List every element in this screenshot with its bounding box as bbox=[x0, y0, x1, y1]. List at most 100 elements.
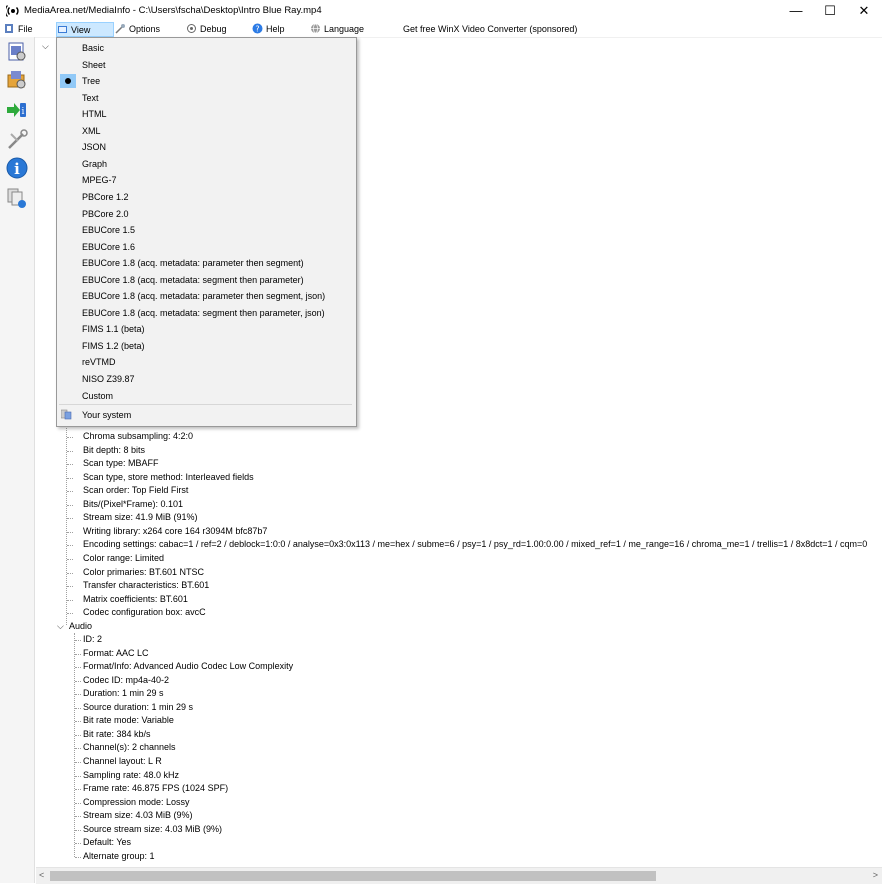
menu-item-label: FIMS 1.2 (beta) bbox=[82, 340, 145, 351]
about-icon[interactable]: i bbox=[6, 157, 28, 179]
menu-bar: File View Options Debug ? Help Language G… bbox=[0, 22, 882, 38]
menu-item-html[interactable]: HTML bbox=[57, 106, 356, 122]
tree-connector bbox=[67, 504, 73, 506]
menu-options-label: Options bbox=[129, 24, 161, 34]
tree-row[interactable]: Chroma subsampling: 4:2:0 bbox=[83, 430, 193, 443]
menu-item-ebucore-1-8-acq-metadata-parameter-then-segment[interactable]: EBUCore 1.8 (acq. metadata: parameter th… bbox=[57, 255, 356, 271]
tree-connector bbox=[67, 599, 73, 601]
language-globe-icon bbox=[311, 23, 320, 34]
menu-item-pbcore-2-0[interactable]: PBCore 2.0 bbox=[57, 206, 356, 222]
tree-row[interactable]: Bit rate: 384 kb/s bbox=[83, 728, 151, 741]
tree-row[interactable]: Source stream size: 4.03 MiB (9%) bbox=[83, 823, 222, 836]
scrollbar-thumb[interactable] bbox=[50, 871, 656, 881]
tree-row[interactable]: Stream size: 41.9 MiB (91%) bbox=[83, 511, 198, 524]
menu-item-json[interactable]: JSON bbox=[57, 139, 356, 155]
menu-item-your-system[interactable]: Your system bbox=[57, 407, 356, 423]
minimize-button[interactable]: — bbox=[779, 0, 813, 22]
tree-row[interactable]: Scan order: Top Field First bbox=[83, 484, 188, 497]
tree-row[interactable]: Alternate group: 1 bbox=[83, 850, 155, 863]
tree-row[interactable]: Stream size: 4.03 MiB (9%) bbox=[83, 809, 193, 822]
tree-row[interactable]: Source duration: 1 min 29 s bbox=[83, 701, 193, 714]
menu-options[interactable]: Options bbox=[115, 22, 160, 37]
menu-item-label: FIMS 1.1 (beta) bbox=[82, 324, 145, 335]
export-icon[interactable]: i bbox=[6, 99, 28, 121]
audio-expand-chevron-icon[interactable]: ⌵ bbox=[57, 621, 64, 632]
tree-row[interactable]: Bit rate mode: Variable bbox=[83, 714, 174, 727]
scroll-right-icon[interactable]: > bbox=[873, 870, 878, 880]
tree-row[interactable]: Scan type: MBAFF bbox=[83, 457, 159, 470]
tree-connector bbox=[75, 707, 81, 709]
tree-row[interactable]: Channel(s): 2 channels bbox=[83, 741, 176, 754]
menu-item-mpeg-7[interactable]: MPEG-7 bbox=[57, 172, 356, 188]
menu-item-label: EBUCore 1.5 bbox=[82, 225, 136, 236]
tree-row[interactable]: Encoding settings: cabac=1 / ref=2 / deb… bbox=[83, 538, 867, 551]
menu-item-pbcore-1-2[interactable]: PBCore 1.2 bbox=[57, 189, 356, 205]
tree-row[interactable]: ID: 2 bbox=[83, 633, 102, 646]
menu-item-graph[interactable]: Graph bbox=[57, 156, 356, 172]
menu-help[interactable]: ? Help bbox=[252, 22, 285, 37]
tree-row[interactable]: Compression mode: Lossy bbox=[83, 796, 190, 809]
close-button[interactable]: ✕ bbox=[847, 0, 881, 22]
tree-row[interactable]: Color range: Limited bbox=[83, 552, 164, 565]
tree-row[interactable]: Transfer characteristics: BT.601 bbox=[83, 579, 209, 592]
menu-item-fims-1-1-beta[interactable]: FIMS 1.1 (beta) bbox=[57, 321, 356, 337]
menu-item-ebucore-1-8-acq-metadata-segment-then-parameter[interactable]: EBUCore 1.8 (acq. metadata: segment then… bbox=[57, 272, 356, 288]
tree-row[interactable]: Codec ID: mp4a-40-2 bbox=[83, 674, 169, 687]
tree-connector bbox=[75, 816, 81, 818]
tree-row[interactable]: Codec configuration box: avcC bbox=[83, 606, 206, 619]
menu-debug[interactable]: Debug bbox=[186, 22, 227, 37]
menu-item-ebucore-1-8-acq-metadata-segment-then-parameter-json[interactable]: EBUCore 1.8 (acq. metadata: segment then… bbox=[57, 305, 356, 321]
tree-row[interactable]: Color primaries: BT.601 NTSC bbox=[83, 566, 204, 579]
open-file-icon[interactable] bbox=[6, 41, 28, 63]
tree-connector bbox=[67, 586, 73, 588]
tree-connector bbox=[75, 680, 81, 682]
menu-sponsored-link[interactable]: Get free WinX Video Converter (sponsored… bbox=[403, 22, 577, 37]
tree-node-audio[interactable]: Audio bbox=[69, 620, 92, 633]
menu-item-custom[interactable]: Custom bbox=[57, 388, 356, 404]
preferences-icon[interactable] bbox=[6, 129, 28, 151]
tree-row[interactable]: Default: Yes bbox=[83, 836, 131, 849]
tree-row[interactable]: Bits/(Pixel*Frame): 0.101 bbox=[83, 498, 183, 511]
menu-item-fims-1-2-beta[interactable]: FIMS 1.2 (beta) bbox=[57, 338, 356, 354]
menu-item-revtmd[interactable]: reVTMD bbox=[57, 354, 356, 370]
tree-row[interactable]: Scan type, store method: Interleaved fie… bbox=[83, 471, 254, 484]
menu-item-ebucore-1-6[interactable]: EBUCore 1.6 bbox=[57, 239, 356, 255]
scroll-left-icon[interactable]: < bbox=[39, 870, 44, 880]
menu-item-label: reVTMD bbox=[82, 357, 116, 368]
tree-connector bbox=[67, 572, 73, 574]
your-system-icon bbox=[61, 409, 72, 420]
menu-item-sheet[interactable]: Sheet bbox=[57, 57, 356, 73]
menu-view[interactable]: View bbox=[56, 22, 114, 37]
tree-row[interactable]: Writing library: x264 core 164 r3094M bf… bbox=[83, 525, 267, 538]
maximize-button[interactable]: ☐ bbox=[813, 0, 847, 22]
menu-item-xml[interactable]: XML bbox=[57, 123, 356, 139]
tree-row[interactable]: Duration: 1 min 29 s bbox=[83, 687, 164, 700]
tree-row[interactable]: Matrix coefficients: BT.601 bbox=[83, 593, 188, 606]
options-menu-icon bbox=[115, 24, 125, 34]
tree-connector bbox=[67, 464, 73, 466]
menu-item-ebucore-1-8-acq-metadata-parameter-then-segment-json[interactable]: EBUCore 1.8 (acq. metadata: parameter th… bbox=[57, 288, 356, 304]
chevron-down-icon[interactable]: ⌵ bbox=[42, 41, 49, 52]
tree-row[interactable]: Channel layout: L R bbox=[83, 755, 162, 768]
menu-item-niso-z39-87[interactable]: NISO Z39.87 bbox=[57, 371, 356, 387]
help-menu-icon: ? bbox=[252, 23, 263, 34]
open-folder-icon[interactable] bbox=[6, 69, 28, 91]
knowledge-base-icon[interactable] bbox=[6, 187, 28, 209]
tree-connector bbox=[67, 450, 73, 452]
tree-row[interactable]: Frame rate: 46.875 FPS (1024 SPF) bbox=[83, 782, 228, 795]
tree-row[interactable]: Format/Info: Advanced Audio Codec Low Co… bbox=[83, 660, 293, 673]
horizontal-scrollbar[interactable]: < > bbox=[36, 867, 882, 884]
menu-language[interactable]: Language bbox=[310, 22, 364, 37]
tree-row[interactable]: Bit depth: 8 bits bbox=[83, 444, 145, 457]
menu-item-ebucore-1-5[interactable]: EBUCore 1.5 bbox=[57, 222, 356, 238]
menu-item-tree[interactable]: Tree bbox=[57, 73, 356, 89]
menu-file[interactable]: File bbox=[4, 22, 33, 37]
menu-item-label: Your system bbox=[82, 410, 132, 420]
tree-connector bbox=[75, 734, 81, 736]
tree-row[interactable]: Sampling rate: 48.0 kHz bbox=[83, 769, 179, 782]
menu-item-label: Basic bbox=[82, 43, 105, 53]
menu-item-text[interactable]: Text bbox=[57, 90, 356, 106]
tree-row[interactable]: Format: AAC LC bbox=[83, 647, 149, 660]
menu-item-basic[interactable]: Basic bbox=[57, 40, 356, 56]
tree-connector bbox=[75, 748, 81, 750]
